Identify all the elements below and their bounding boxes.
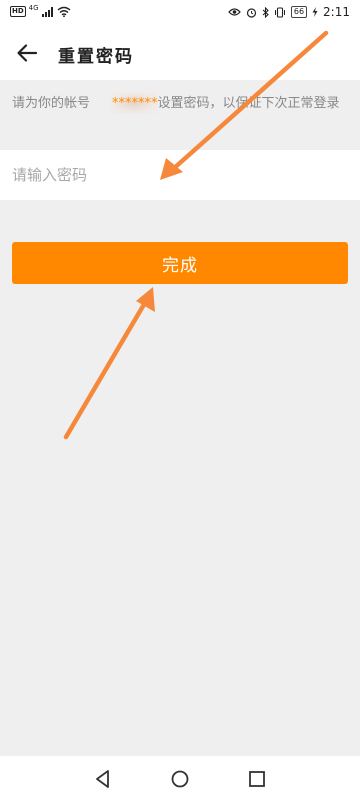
hint-text: 请为你的帐号 *******设置密码，以保证下次正常登录: [12, 94, 348, 114]
wifi-icon: [57, 6, 71, 17]
system-nav-bar: [0, 756, 360, 800]
hint-area: 请为你的帐号 *******设置密码，以保证下次正常登录: [0, 80, 360, 150]
status-clock: 2:11: [323, 5, 350, 19]
alarm-icon: [246, 7, 256, 18]
status-left: HD 4G: [10, 3, 71, 17]
network-type-label: 4G: [28, 3, 39, 12]
circle-home-icon[interactable]: [169, 768, 191, 790]
bluetooth-icon: [262, 6, 269, 18]
hint-suffix: 设置密码，以保证下次正常登录: [157, 96, 340, 111]
hint-prefix: 请为你的帐号: [12, 96, 91, 111]
arrow-to-done-button: [63, 287, 155, 440]
signal-icon: [41, 6, 53, 17]
status-right: 66 2:11: [228, 5, 350, 19]
square-recents-icon[interactable]: [246, 768, 268, 790]
vibrate-icon: [274, 6, 285, 18]
page-title: 重置密码: [58, 47, 134, 67]
status-bar: HD 4G 66 2:11: [0, 0, 360, 26]
eye-icon: [228, 8, 241, 16]
done-button[interactable]: 完成: [12, 242, 348, 284]
masked-account: *******: [112, 96, 158, 111]
password-row: [0, 150, 360, 200]
back-button[interactable]: [14, 40, 42, 66]
app-bar: 重置密码: [0, 26, 360, 80]
triangle-back-icon[interactable]: [92, 768, 114, 790]
password-input[interactable]: [12, 150, 348, 200]
hd-badge: HD: [10, 6, 26, 17]
arrow-left-icon: [17, 44, 38, 62]
battery-indicator: 66: [290, 6, 308, 18]
charging-icon: [312, 7, 318, 17]
